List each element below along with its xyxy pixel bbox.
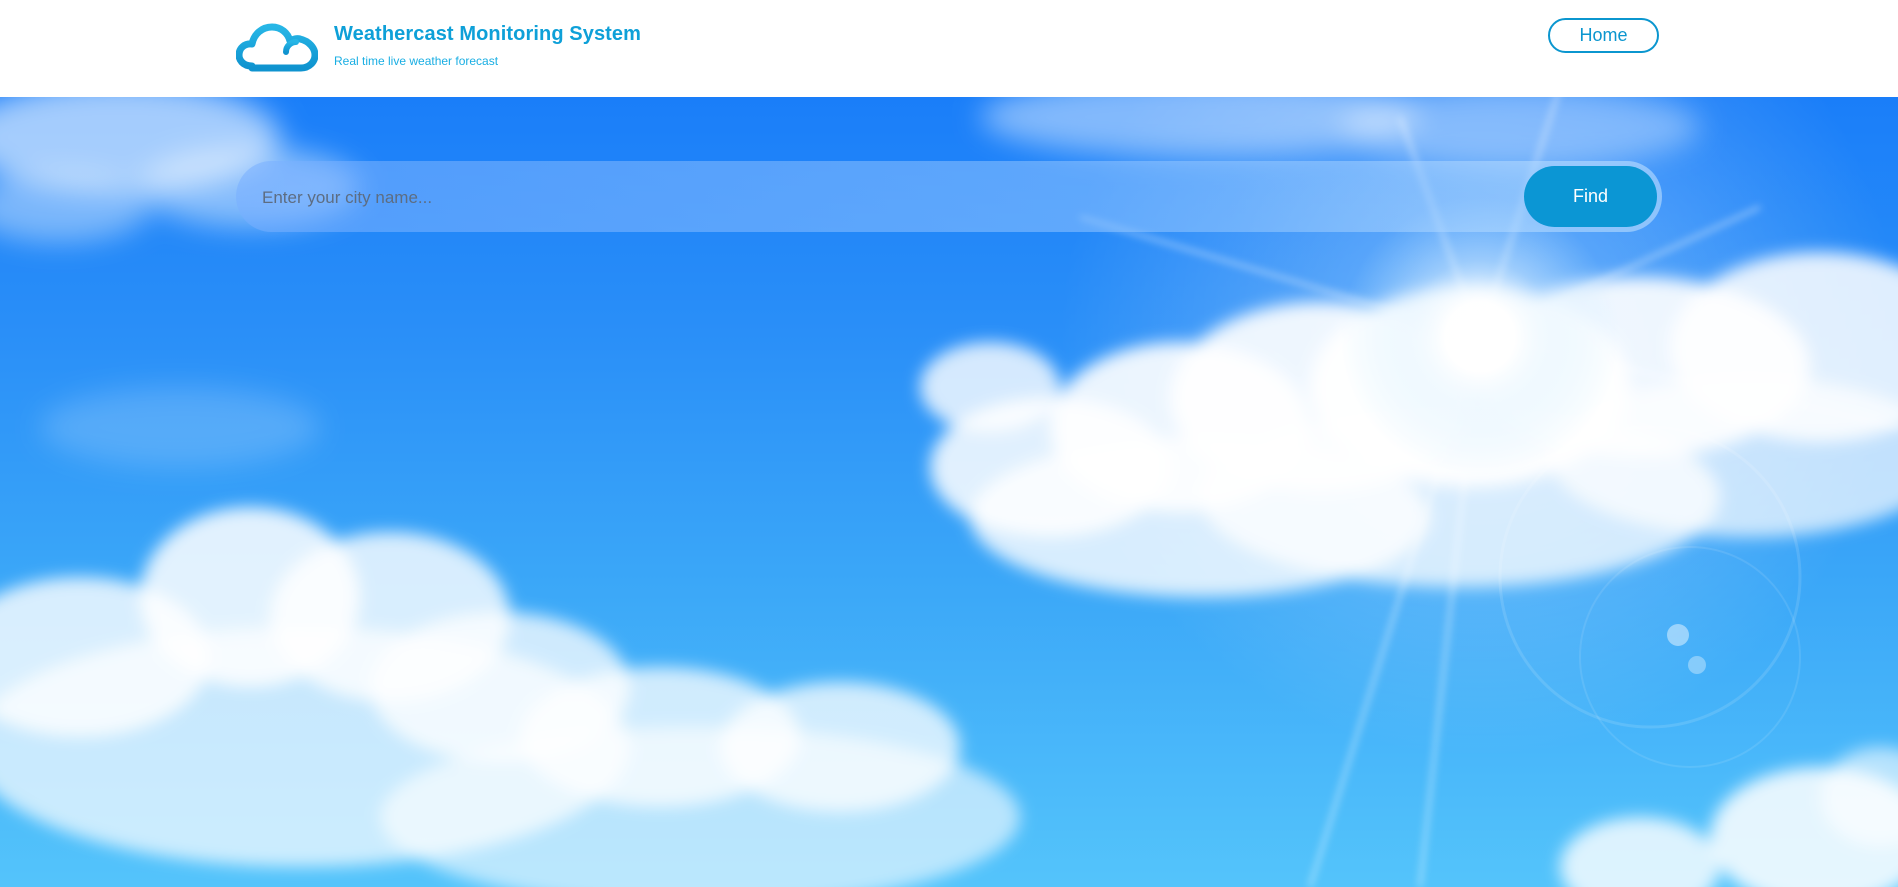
- city-search-input[interactable]: [260, 161, 1514, 234]
- city-search-bar: Find: [236, 161, 1662, 234]
- page: Weathercast Monitoring System Real time …: [0, 0, 1898, 887]
- app-title: Weathercast Monitoring System: [334, 23, 642, 45]
- cloud-icon: [236, 23, 318, 72]
- home-button[interactable]: Home: [1548, 18, 1659, 53]
- find-button[interactable]: Find: [1524, 166, 1657, 227]
- app-subtitle: Real time live weather forecast: [334, 54, 499, 68]
- header: Weathercast Monitoring System Real time …: [0, 0, 1898, 97]
